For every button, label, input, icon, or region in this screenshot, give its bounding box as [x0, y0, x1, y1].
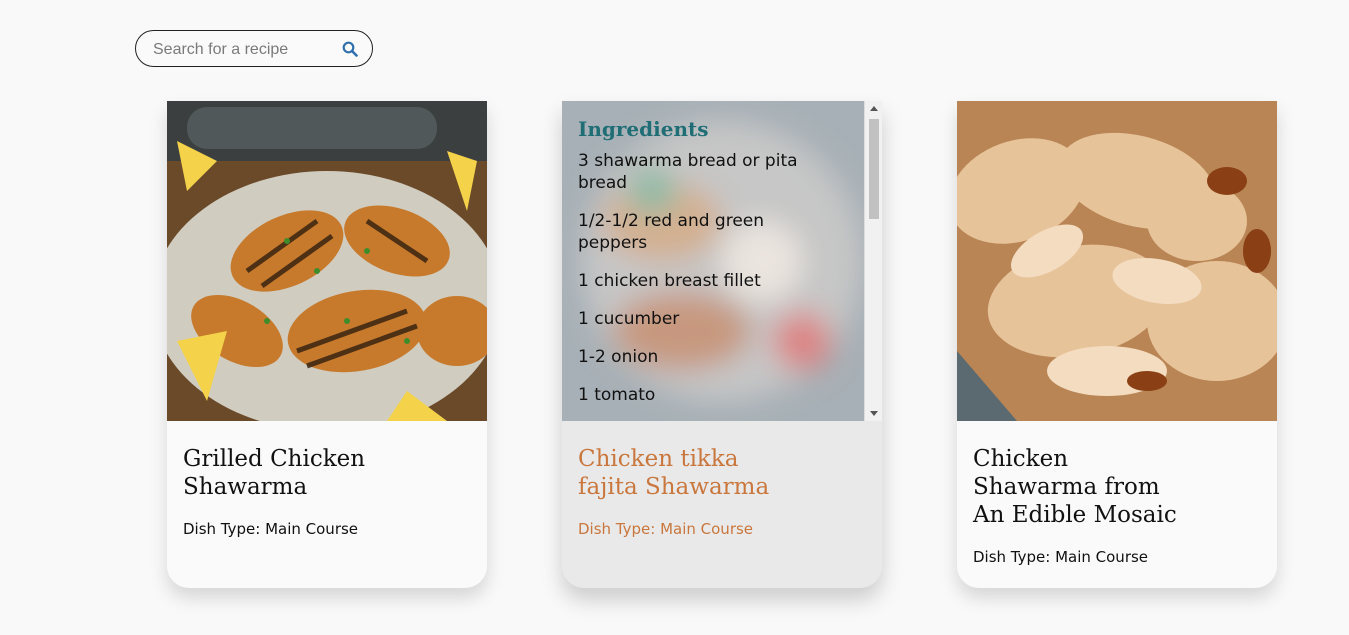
ingredients-panel[interactable]: Ingredients 3 shawarma bread or pita bre…	[562, 101, 882, 421]
dish-type: Dish Type: Main Course	[973, 548, 1149, 566]
ingredients-scrollbar[interactable]	[864, 101, 882, 421]
recipe-title-line: An Edible Mosaic	[973, 502, 1177, 528]
scroll-down-arrow-icon[interactable]	[870, 411, 878, 416]
recipe-title[interactable]: Grilled Chicken Shawarma	[183, 445, 471, 501]
ingredient-item: 1 cucumber	[578, 309, 680, 329]
recipe-title-line: Shawarma	[183, 474, 308, 500]
ingredient-item: 1-2 onion	[578, 347, 659, 367]
recipe-title[interactable]: Chicken Shawarma from An Edible Mosaic	[973, 445, 1261, 529]
recipe-title[interactable]: Chicken tikka fajita Shawarma	[578, 445, 866, 501]
recipe-card-chicken-tikka-fajita-shawarma[interactable]: Ingredients 3 shawarma bread or pita bre…	[562, 101, 882, 588]
search-input[interactable]	[151, 39, 335, 61]
search-box[interactable]	[135, 30, 373, 67]
recipe-card-grilled-chicken-shawarma[interactable]: Grilled Chicken Shawarma Dish Type: Main…	[167, 101, 487, 588]
scrollbar-thumb[interactable]	[869, 119, 879, 219]
ingredient-item: 1 tomato	[578, 385, 656, 405]
ingredient-item: 1 chicken breast fillet	[578, 271, 761, 291]
dish-type: Dish Type: Main Course	[183, 520, 359, 538]
search-icon[interactable]	[342, 41, 358, 57]
recipe-image[interactable]	[957, 101, 1277, 421]
recipe-title-line: Chicken	[973, 446, 1069, 472]
recipe-title-line: Shawarma from	[973, 474, 1160, 500]
ingredient-item: 3 shawarma bread or pita bread	[578, 151, 798, 193]
recipe-title-line: fajita Shawarma	[578, 474, 770, 500]
ingredient-item: 1/2-1/2 red and green peppers	[578, 211, 765, 253]
scroll-up-arrow-icon[interactable]	[870, 106, 878, 111]
dish-type: Dish Type: Main Course	[578, 520, 754, 538]
ingredients-heading: Ingredients	[578, 117, 709, 141]
recipe-image[interactable]	[167, 101, 487, 421]
recipe-title-line: Chicken tikka	[578, 446, 739, 472]
recipe-title-line: Grilled Chicken	[183, 446, 366, 472]
recipe-card-chicken-shawarma-edible-mosaic[interactable]: Chicken Shawarma from An Edible Mosaic D…	[957, 101, 1277, 588]
